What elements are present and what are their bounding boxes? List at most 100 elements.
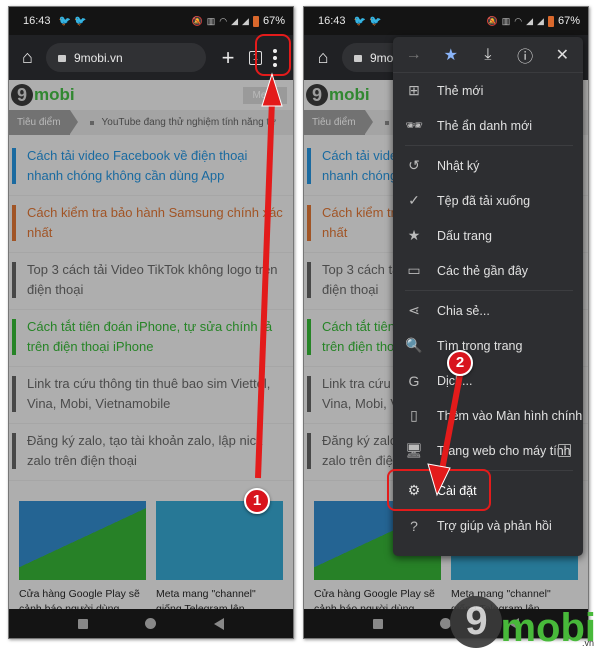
- ticker-text[interactable]: YouTube đang thử nghiệm tính năng tự: [102, 117, 276, 128]
- article-thumbnail[interactable]: [156, 501, 283, 580]
- site-logo-icon[interactable]: 9: [306, 84, 328, 106]
- menu-divider: [405, 145, 573, 146]
- article-card[interactable]: Meta mang "channel" giống Telegram lên I…: [156, 501, 283, 609]
- url-text: 9mobi.vn: [73, 50, 123, 65]
- article-title[interactable]: Cửa hàng Google Play sẽ cảnh báo người d…: [314, 587, 441, 609]
- menu-item-incognito[interactable]: 🕶 Thẻ ẩn danh mới: [393, 108, 583, 143]
- recents-icon[interactable]: [77, 618, 88, 629]
- watermark-tld: .vn: [581, 638, 594, 648]
- news-item[interactable]: Cách kiểm tra bảo hành Samsung chính xác…: [9, 196, 293, 253]
- menu-item-share[interactable]: ⋖ Chia sẻ...: [393, 293, 583, 328]
- share-icon: ⋖: [408, 302, 420, 318]
- news-item[interactable]: Link tra cứu thông tin thuê bao sim Viet…: [9, 367, 293, 424]
- phone-screenshot-step2: 16:43 🐦🐦 🔕 ▥ ◠ ◢ ◢ 67% ⌂ 9mobi.vn 9 mobi…: [303, 6, 589, 639]
- back-icon[interactable]: [214, 617, 225, 630]
- home-icon[interactable]: ⌂: [310, 47, 336, 68]
- status-bar: 16:43 🐦 🐦 🔕 ▥ ◠ ◢ ◢ 67%: [9, 7, 293, 35]
- home-nav-icon[interactable]: [145, 618, 157, 629]
- step-badge-1: 1: [244, 488, 270, 514]
- site-header: 9 mobi Menu: [9, 80, 293, 110]
- wifi-icon: ◠: [514, 15, 523, 26]
- news-title[interactable]: Link tra cứu thông tin thuê bao sim Viet…: [27, 376, 270, 411]
- close-icon[interactable]: ✕: [547, 45, 577, 65]
- site-logo-text[interactable]: mobi: [329, 85, 370, 105]
- menu-item-label: Thêm vào Màn hình chính: [437, 408, 583, 423]
- menu-divider: [405, 290, 573, 291]
- lock-icon: [57, 55, 66, 62]
- news-title[interactable]: Cách tải video Facebook về điện thoại nh…: [27, 148, 247, 183]
- menu-item-bookmarks[interactable]: ★ Dấu trang: [393, 218, 583, 253]
- mute-icon: 🔕: [486, 15, 498, 26]
- menu-item-label: Trợ giúp và phản hồi: [437, 518, 552, 533]
- add-to-home-icon: ▯: [410, 407, 418, 423]
- menu-item-settings[interactable]: ⚙ Cài đặt: [387, 469, 583, 511]
- site-menu-button[interactable]: Menu: [243, 86, 287, 104]
- ticker-tag: Tiêu điểm: [9, 110, 78, 135]
- phone-screenshot-step1: 16:43 🐦 🐦 🔕 ▥ ◠ ◢ ◢ 67% ⌂ 9mobi.vn + 1 9 …: [8, 6, 294, 639]
- accent-bar: [307, 148, 311, 184]
- menu-item-new-tab[interactable]: ⊞ Thẻ mới: [393, 73, 583, 108]
- battery-icon: [547, 15, 554, 27]
- menu-item-find-in-page[interactable]: 🔍 Tìm trong trang: [393, 328, 583, 363]
- menu-item-translate[interactable]: G Dịch...: [393, 363, 583, 398]
- info-icon[interactable]: ⓘ: [510, 43, 540, 67]
- twitter-icon: 🐦: [353, 15, 366, 27]
- ticker-tag: Tiêu điểm: [304, 110, 373, 135]
- home-icon[interactable]: ⌂: [15, 47, 40, 68]
- menu-item-recent-tabs[interactable]: ▭ Các thẻ gần đây: [393, 253, 583, 288]
- site-logo-icon[interactable]: 9: [11, 84, 33, 106]
- bookmark-star-icon[interactable]: ★: [436, 45, 466, 65]
- news-item[interactable]: Top 3 cách tải Video TikTok không logo t…: [9, 253, 293, 310]
- accent-bar: [307, 319, 311, 355]
- recents-icon[interactable]: [372, 618, 383, 629]
- article-thumbnail[interactable]: [19, 501, 146, 580]
- signal-icon: ◢: [537, 15, 544, 26]
- forward-icon[interactable]: →: [399, 46, 429, 64]
- menu-item-label: Dấu trang: [437, 228, 492, 243]
- status-time: 16:43: [318, 15, 346, 27]
- accent-bar: [12, 319, 16, 355]
- accent-bar: [307, 433, 311, 469]
- wifi-icon: ◠: [219, 15, 228, 26]
- news-title[interactable]: Cách kiểm tra bảo hành Samsung chính xác…: [27, 205, 283, 240]
- news-item[interactable]: Cách tắt tiên đoán iPhone, tự sửa chính …: [9, 310, 293, 367]
- menu-item-add-to-home[interactable]: ▯ Thêm vào Màn hình chính: [393, 398, 583, 433]
- download-icon[interactable]: ⤓: [473, 46, 503, 64]
- menu-item-downloads[interactable]: ✓ Tệp đã tải xuống: [393, 183, 583, 218]
- address-bar[interactable]: 9mobi.vn: [45, 43, 206, 72]
- battery-icon: [252, 15, 259, 27]
- accent-bar: [12, 205, 16, 241]
- signal-icon: ◢: [526, 15, 534, 26]
- news-title[interactable]: Đăng ký zalo, tạo tài khoản zalo, lập ni…: [27, 433, 263, 468]
- new-tab-button[interactable]: +: [216, 45, 241, 71]
- news-item[interactable]: Cách tải video Facebook về điện thoại nh…: [9, 139, 293, 196]
- news-title[interactable]: Cách tắt tiên đoán iPhone, tự sửa chính …: [27, 319, 272, 354]
- android-nav-bar: [9, 609, 293, 638]
- article-title[interactable]: Meta mang "channel" giống Telegram lên I…: [156, 587, 283, 609]
- menu-item-label: Nhật ký: [437, 158, 480, 173]
- site-logo-text[interactable]: mobi: [34, 85, 75, 105]
- new-tab-icon: ⊞: [408, 82, 420, 98]
- menu-item-help[interactable]: ? Trợ giúp và phản hồi: [393, 508, 583, 543]
- bullet-icon: [384, 120, 389, 125]
- menu-item-label: Thẻ mới: [437, 83, 484, 98]
- menu-item-label: Dịch...: [437, 373, 473, 388]
- news-ticker: Tiêu điểm YouTube đang thử nghiệm tính n…: [9, 110, 293, 135]
- news-item[interactable]: Đăng ký zalo, tạo tài khoản zalo, lập ni…: [9, 424, 293, 481]
- watermark-logo-icon: 9: [450, 596, 503, 648]
- browser-overflow-menu: → ★ ⤓ ⓘ ✕ ⊞ Thẻ mới 🕶 Thẻ ẩn danh mới ↺ Nhậ…: [387, 37, 583, 556]
- desktop-icon: 🖥: [405, 442, 423, 458]
- menu-item-label: Thẻ ẩn danh mới: [437, 118, 533, 133]
- article-title[interactable]: Cửa hàng Google Play sẽ cảnh báo người d…: [19, 587, 146, 609]
- article-card[interactable]: Cửa hàng Google Play sẽ cảnh báo người d…: [19, 501, 146, 609]
- menu-item-desktop-site[interactable]: 🖥 Trang web cho máy tính: [393, 433, 583, 468]
- battery-level: 67%: [557, 15, 580, 27]
- status-bar: 16:43 🐦 🐦 🔕 ▥ ◠ ◢ ◢ 67%: [304, 7, 588, 35]
- menu-item-history[interactable]: ↺ Nhật ký: [393, 148, 583, 183]
- news-title[interactable]: Top 3 cách tải Video TikTok không logo t…: [27, 262, 278, 297]
- desktop-site-checkbox[interactable]: [558, 444, 571, 457]
- menu-item-label: Tệp đã tải xuống: [437, 193, 531, 208]
- status-time: 16:43: [23, 15, 51, 27]
- accent-bar: [307, 376, 311, 412]
- menu-action-row: → ★ ⤓ ⓘ ✕: [393, 37, 583, 73]
